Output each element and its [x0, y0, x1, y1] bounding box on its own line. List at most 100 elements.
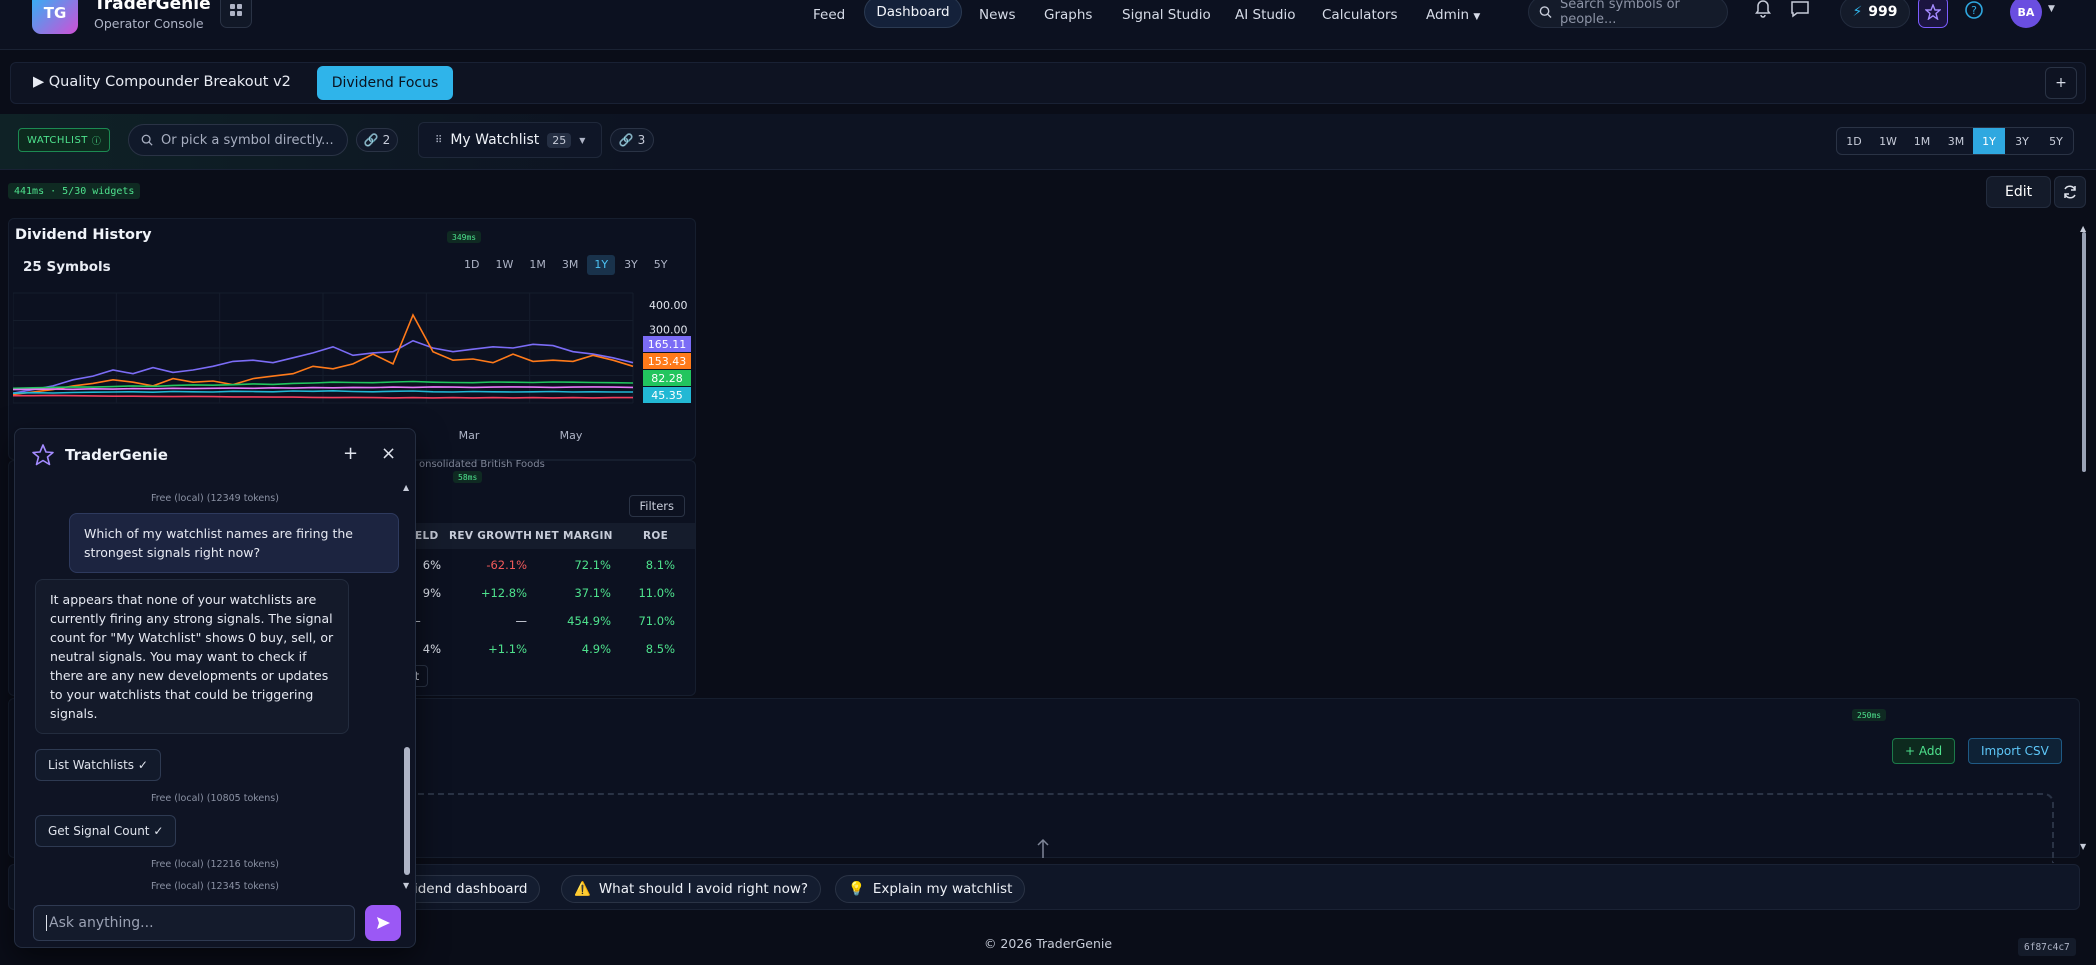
strategy-tabs: ▶ Quality Compounder Breakout v2 Dividen… [10, 62, 2086, 104]
lightbulb-icon: 💡 [848, 881, 865, 897]
chat-scrollbar[interactable]: ▲ ▼ [401, 483, 413, 893]
nav-news[interactable]: News [979, 3, 1015, 27]
global-search[interactable]: Search symbols or people... [1528, 0, 1728, 28]
suggestion-what-to-avoid[interactable]: ⚠️ What should I avoid right now? [561, 875, 822, 903]
notifications-button[interactable] [1754, 0, 1772, 22]
strategy-tab-dividend-focus[interactable]: Dividend Focus [317, 66, 453, 100]
cell-roe: 11.0% [638, 586, 675, 600]
credits-count: 999 [1868, 4, 1898, 20]
tool-call-get-signal-count[interactable]: Get Signal Count ✓ [35, 815, 177, 847]
scroll-down-icon[interactable]: ▼ [2080, 842, 2086, 851]
widget-timeframe-5y[interactable]: 5Y [647, 255, 675, 275]
linked-count-2: 3 [637, 133, 646, 147]
credits-pill[interactable]: ⚡ 999 [1840, 0, 1910, 28]
favorites-button[interactable] [1918, 0, 1948, 28]
dashboard-timing-badge: 441ms · 5/30 widgets [8, 183, 141, 199]
app-logo[interactable]: TG [32, 0, 78, 34]
avatar-chevron-down-icon[interactable]: ▼ [2048, 4, 2055, 14]
timeframe-3m[interactable]: 3M [1939, 128, 1973, 154]
dividend-history-widget: Dividend History 349ms 25 Symbols 1D 1W … [8, 218, 696, 460]
star-icon [1925, 4, 1941, 20]
tool-call-list-watchlists[interactable]: List Watchlists ✓ [35, 749, 161, 781]
timeframe-3y[interactable]: 3Y [2005, 128, 2039, 154]
widget-timeframe-selector: 1D 1W 1M 3M 1Y 3Y 5Y [457, 255, 675, 275]
scroll-down-icon[interactable]: ▼ [403, 881, 409, 890]
column-header-rev-growth[interactable]: REV GROWTH [449, 523, 532, 549]
apps-grid-icon [230, 4, 242, 16]
cell-net-margin: 37.1% [574, 586, 611, 600]
widget-timeframe-1w[interactable]: 1W [488, 255, 520, 275]
help-icon: ? [1965, 1, 1983, 19]
symbol-picker[interactable]: Or pick a symbol directly... [128, 124, 348, 156]
widget-timeframe-1y[interactable]: 1Y [587, 255, 616, 275]
widget-timeframe-3y[interactable]: 3Y [617, 255, 645, 275]
widget-subtitle: 25 Symbols [23, 259, 111, 275]
edit-dashboard-button[interactable]: Edit [1986, 176, 2052, 208]
linked-count-chip[interactable]: 🔗 2 [356, 128, 398, 152]
nav-feed[interactable]: Feed [813, 3, 845, 27]
drag-handle-icon: ⠿ [435, 134, 443, 146]
filters-button[interactable]: Filters [628, 495, 685, 517]
widget-timing-badge: 58ms [453, 471, 483, 483]
chat-title: TraderGenie [65, 446, 168, 464]
linked-count-chip-2[interactable]: 🔗 3 [610, 128, 654, 152]
watchlist-badge[interactable]: WATCHLIST ⓘ [18, 128, 111, 152]
scroll-up-icon[interactable]: ▲ [403, 483, 409, 492]
help-button[interactable]: ? [1964, 0, 1984, 24]
warning-icon: ⚠️ [574, 881, 591, 897]
watchlist-bar: WATCHLIST ⓘ Or pick a symbol directly...… [0, 114, 2096, 170]
column-header-yield[interactable]: ELD [415, 523, 438, 549]
send-button[interactable] [365, 905, 401, 941]
nav-graphs[interactable]: Graphs [1044, 3, 1092, 27]
page-scrollbar[interactable] [2082, 232, 2086, 472]
info-icon: ⓘ [91, 136, 102, 147]
global-timeframe-selector: 1D 1W 1M 3M 1Y 3Y 5Y [1836, 127, 2074, 155]
close-chat-button[interactable]: × [381, 443, 396, 464]
nav-ai-studio[interactable]: AI Studio [1235, 3, 1296, 27]
chat-scroll-thumb[interactable] [404, 747, 410, 875]
chat-input[interactable]: Ask anything... [33, 905, 355, 941]
strategy-tab-quality-compounder[interactable]: ▶ Quality Compounder Breakout v2 [33, 74, 291, 90]
csv-drop-zone[interactable] [308, 793, 2054, 863]
suggestion-explain-watchlist[interactable]: 💡 Explain my watchlist [835, 875, 1026, 903]
add-symbol-button[interactable]: + Add [1892, 738, 1956, 764]
bolt-icon: ⚡ [1852, 4, 1863, 20]
apps-grid-button[interactable] [220, 0, 252, 28]
star-icon [31, 443, 55, 471]
refresh-button[interactable] [2054, 176, 2086, 208]
watchlist-select[interactable]: ⠿ My Watchlist 25 ▼ [418, 122, 602, 158]
cell-net-margin: 454.9% [567, 614, 611, 628]
nav-dashboard[interactable]: Dashboard [864, 0, 962, 28]
suggestion-dividend-dashboard[interactable]: vidend dashboard [399, 875, 541, 903]
version-badge: 6f87c4c7 [2018, 938, 2076, 956]
nav-calculators[interactable]: Calculators [1322, 3, 1398, 27]
import-csv-button[interactable]: Import CSV [1968, 738, 2062, 764]
timeframe-1y[interactable]: 1Y [1973, 128, 2005, 154]
timeframe-1d[interactable]: 1D [1837, 128, 1871, 154]
widget-timeframe-3m[interactable]: 3M [555, 255, 586, 275]
x-tick-label: May [560, 429, 583, 442]
nav-admin[interactable]: Admin ▼ [1426, 3, 1480, 27]
widget-timeframe-1m[interactable]: 1M [522, 255, 553, 275]
scroll-up-icon[interactable]: ▲ [2080, 224, 2086, 233]
global-search-input[interactable]: Search symbols or people... [1560, 0, 1727, 27]
widget-timeframe-1d[interactable]: 1D [457, 255, 486, 275]
timeframe-5y[interactable]: 5Y [2039, 128, 2073, 154]
column-header-net-margin[interactable]: NET MARGIN [535, 523, 613, 549]
chat-input-placeholder: Ask anything... [49, 915, 154, 931]
cell-roe: 8.5% [645, 642, 675, 656]
chevron-down-icon: ▼ [1473, 12, 1481, 22]
new-chat-button[interactable]: + [343, 443, 358, 464]
widget-timing-badge: 349ms [447, 231, 482, 243]
nav-signal-studio[interactable]: Signal Studio [1122, 3, 1211, 27]
link-icon: 🔗 [363, 133, 379, 147]
assistant-message: It appears that none of your watchlists … [35, 579, 349, 734]
message-meta: Free (local) (10805 tokens) [151, 793, 279, 804]
messages-button[interactable] [1790, 0, 1810, 22]
add-strategy-button[interactable]: + [2045, 67, 2077, 99]
column-header-roe[interactable]: ROE [643, 523, 668, 549]
timeframe-1m[interactable]: 1M [1905, 128, 1939, 154]
chat-messages[interactable]: Free (local) (12349 tokens) Which of my … [15, 483, 415, 891]
symbol-picker-input[interactable]: Or pick a symbol directly... [161, 133, 334, 148]
timeframe-1w[interactable]: 1W [1871, 128, 1905, 154]
